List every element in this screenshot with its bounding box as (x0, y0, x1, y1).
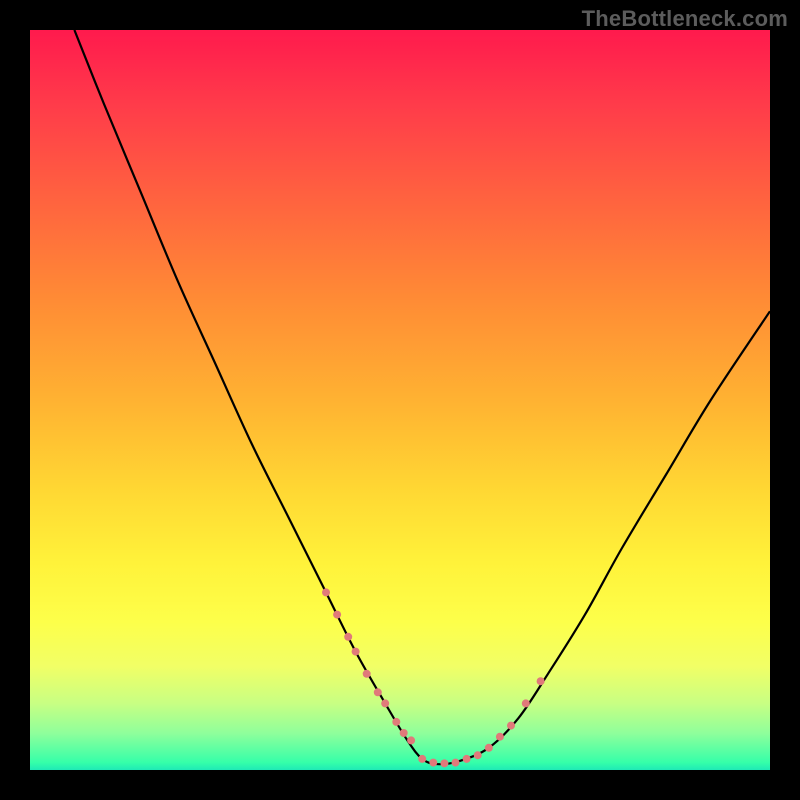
curve-marker (463, 755, 471, 763)
curve-marker (452, 759, 460, 767)
curve-marker (333, 611, 341, 619)
curve-markers (322, 588, 545, 767)
curve-marker (440, 759, 448, 767)
curve-marker (392, 718, 400, 726)
curve-marker (429, 759, 437, 767)
curve-marker (381, 699, 389, 707)
curve-marker (374, 688, 382, 696)
curve-marker (474, 751, 482, 759)
watermark-text: TheBottleneck.com (582, 6, 788, 32)
bottleneck-curve (30, 30, 770, 770)
curve-marker (522, 699, 530, 707)
curve-marker (418, 755, 426, 763)
curve-marker (400, 729, 408, 737)
curve-marker (537, 677, 545, 685)
curve-marker (485, 744, 493, 752)
curve-marker (507, 722, 515, 730)
curve-marker (322, 588, 330, 596)
curve-marker (363, 670, 371, 678)
curve-marker (407, 736, 415, 744)
curve-marker (352, 648, 360, 656)
curve-line (74, 30, 770, 764)
curve-marker (344, 633, 352, 641)
curve-marker (496, 733, 504, 741)
plot-area (30, 30, 770, 770)
